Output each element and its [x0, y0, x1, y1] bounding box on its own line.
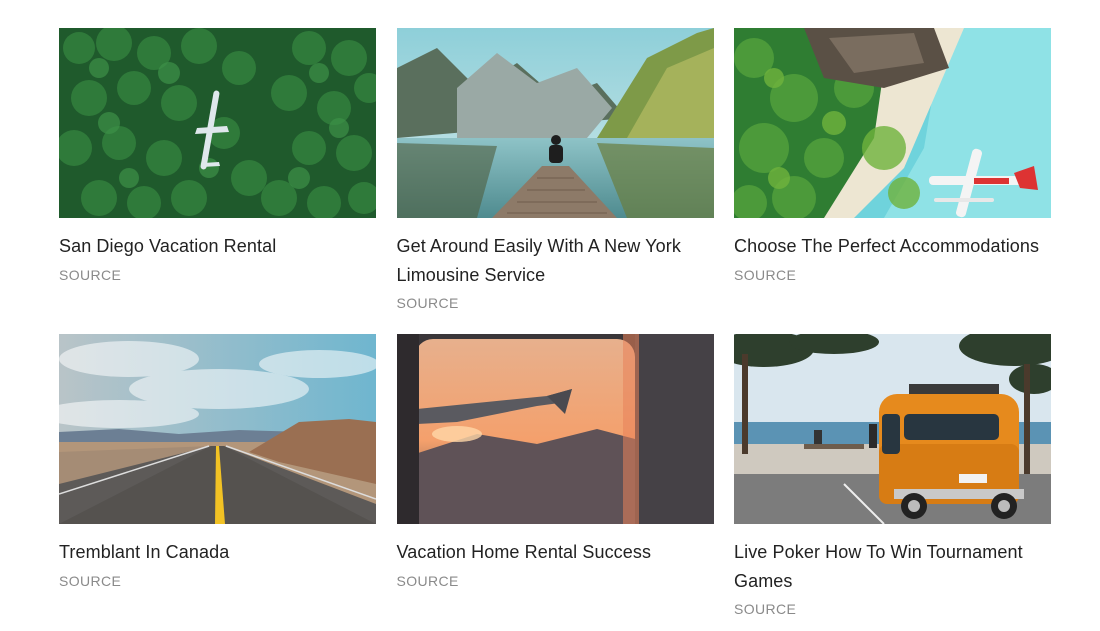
article-grid: San Diego Vacation Rental SOURCE Get Aro…	[59, 28, 1051, 617]
article-image[interactable]	[59, 28, 376, 218]
article-source: SOURCE	[396, 295, 459, 311]
article-image[interactable]	[59, 334, 376, 524]
article-image[interactable]	[734, 28, 1051, 218]
article-card[interactable]: Choose The Perfect Accommodations SOURCE	[734, 28, 1051, 334]
article-title[interactable]: Vacation Home Rental Success	[397, 538, 714, 567]
airplane-window-sunset-image	[396, 334, 714, 524]
article-card[interactable]: Tremblant In Canada SOURCE	[59, 334, 376, 617]
beach-orange-van-image	[734, 334, 1051, 524]
article-title[interactable]: Choose The Perfect Accommodations	[734, 232, 1051, 261]
article-source: SOURCE	[396, 572, 459, 589]
article-title[interactable]: San Diego Vacation Rental	[59, 232, 376, 261]
tropical-beach-seaplane-image	[734, 28, 1051, 218]
mountain-lake-pier-image	[396, 28, 714, 218]
article-card[interactable]: San Diego Vacation Rental SOURCE	[59, 28, 376, 334]
desert-highway-image	[59, 334, 376, 524]
article-source: SOURCE	[734, 266, 797, 283]
article-image[interactable]	[734, 334, 1051, 524]
article-card[interactable]: Live Poker How To Win Tournament Games S…	[734, 334, 1051, 617]
article-title[interactable]: Live Poker How To Win Tournament Games	[734, 538, 1051, 595]
article-card[interactable]: Get Around Easily With A New York Limous…	[396, 28, 714, 334]
article-image[interactable]	[396, 334, 714, 524]
article-title[interactable]: Tremblant In Canada	[59, 538, 376, 567]
article-title[interactable]: Get Around Easily With A New York Limous…	[397, 232, 714, 289]
article-source: SOURCE	[59, 572, 122, 589]
article-source: SOURCE	[59, 266, 122, 283]
article-source: SOURCE	[734, 601, 797, 617]
article-image[interactable]	[396, 28, 714, 218]
article-card[interactable]: Vacation Home Rental Success SOURCE	[396, 334, 714, 617]
aerial-forest-airplane-image	[59, 28, 376, 218]
